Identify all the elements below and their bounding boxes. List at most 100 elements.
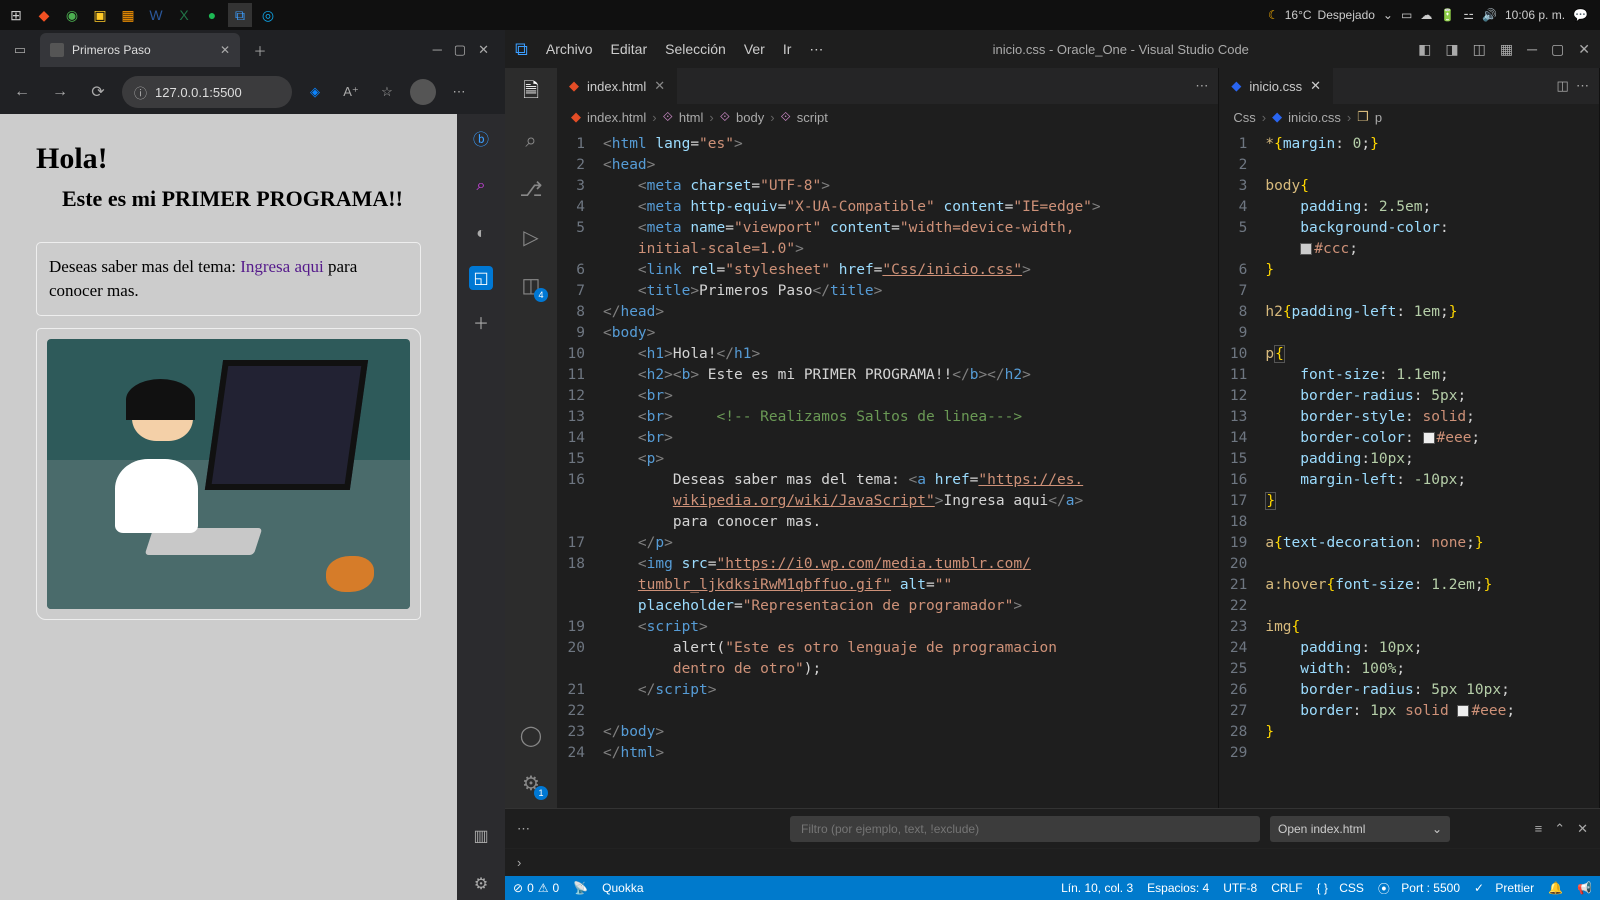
layout-icon-3[interactable]: ◫ (1473, 41, 1486, 58)
menu-ver[interactable]: Ver (744, 41, 765, 57)
close-window-icon[interactable]: ✕ (478, 42, 489, 58)
lang-status[interactable]: { } CSS (1317, 881, 1364, 895)
radio-status[interactable]: 📡 (573, 881, 588, 895)
close-icon[interactable]: ✕ (220, 43, 230, 57)
port-status[interactable]: ⦿ Port : 5500 (1378, 880, 1460, 897)
notifications-icon[interactable]: 💬 (1573, 8, 1588, 22)
menu-archivo[interactable]: Archivo (546, 41, 593, 57)
bell-icon[interactable]: 🔔 (1548, 881, 1563, 895)
explorer-icon[interactable]: ▣ (88, 3, 112, 27)
close-icon[interactable]: ✕ (1310, 78, 1321, 94)
wifi-icon[interactable]: ⚍ (1463, 8, 1474, 22)
close-panel-icon[interactable]: ✕ (1577, 821, 1588, 837)
edge-taskbar-icon[interactable]: ◎ (256, 3, 280, 27)
minimize-icon[interactable]: ─ (433, 42, 442, 58)
search-icon[interactable]: ⌕ (516, 126, 546, 156)
gear-icon[interactable]: ⚙1 (516, 768, 546, 798)
debug-icon[interactable]: ▷ (516, 222, 546, 252)
menu-ir[interactable]: Ir (783, 41, 792, 57)
cursor-status[interactable]: Lín. 10, col. 3 (1061, 881, 1133, 895)
vscode-taskbar-icon[interactable]: ⧉ (228, 3, 252, 27)
file-tab-index[interactable]: ◆ index.html ✕ (557, 68, 677, 104)
tray-icon-2[interactable]: ☁ (1420, 8, 1432, 22)
file-tab-css[interactable]: ◆ inicio.css ✕ (1219, 68, 1333, 104)
url-input[interactable]: ⓘ 127.0.0.1:5500 (122, 76, 292, 108)
editor-more-icon[interactable]: ⋯ (1576, 78, 1589, 93)
menu-seleccion[interactable]: Selección (665, 41, 726, 57)
minimap[interactable] (1559, 130, 1599, 808)
chevron-down-icon[interactable]: ⌄ (1383, 8, 1393, 22)
menu-more-icon[interactable]: ⋯ (809, 41, 823, 58)
spotify-icon[interactable]: ● (200, 3, 224, 27)
breadcrumb-css[interactable]: Css› ◆ inicio.css› ❐p (1219, 104, 1599, 130)
quokka-status[interactable]: Quokka (602, 881, 643, 895)
split-icon[interactable]: ◫ (1556, 78, 1568, 93)
prettier-status[interactable]: ✓ Prettier (1474, 881, 1534, 895)
terminal-strip[interactable]: › (505, 848, 1600, 876)
extensions-icon[interactable]: ◫4 (516, 270, 546, 300)
tray-icon[interactable]: ▭ (1401, 8, 1412, 22)
layout-icon[interactable]: ◧ (1418, 41, 1431, 58)
html-file-icon: ◆ (569, 78, 579, 94)
chevron-down-icon: ⌄ (1432, 822, 1442, 836)
refresh-button[interactable]: ⟳ (84, 82, 112, 102)
open-html-select[interactable]: Open index.html ⌄ (1270, 816, 1450, 842)
clock[interactable]: 10:06 p. m. (1505, 8, 1565, 22)
feedback-icon[interactable]: 📢 (1577, 881, 1592, 895)
profile-icon[interactable] (410, 79, 436, 105)
discover-icon[interactable]: ◐ (465, 218, 497, 250)
source-control-icon[interactable]: ⎇ (516, 174, 546, 204)
maximize-icon[interactable]: ▢ (454, 42, 466, 58)
minimap[interactable] (1158, 130, 1218, 808)
layout-icon-2[interactable]: ◨ (1445, 41, 1458, 58)
toolbox-icon[interactable]: ▥ (465, 820, 497, 852)
filter-input[interactable] (790, 816, 1260, 842)
shopping-icon[interactable]: ◈ (302, 84, 328, 100)
volume-icon[interactable]: 🔊 (1482, 8, 1497, 22)
close-icon[interactable]: ✕ (1578, 41, 1590, 58)
sublime-icon[interactable]: ▦ (116, 3, 140, 27)
start-icon[interactable]: ⊞ (4, 3, 28, 27)
panel-more-icon[interactable]: ⋯ (517, 821, 530, 837)
errors-status[interactable]: ⊘0 ⚠0 (513, 881, 559, 895)
minimize-icon[interactable]: ─ (1527, 41, 1537, 58)
word-icon[interactable]: W (144, 3, 168, 27)
more-icon[interactable]: ⋯ (446, 84, 472, 100)
breadcrumb-html[interactable]: ◆ index.html› ⟐html› ⟐body› ⟐script (557, 104, 1218, 130)
layout-icon-4[interactable]: ▦ (1500, 41, 1513, 58)
excel-icon[interactable]: X (172, 3, 196, 27)
spaces-status[interactable]: Espacios: 4 (1147, 881, 1209, 895)
add-tool-icon[interactable]: ＋ (465, 306, 497, 338)
settings-icon[interactable]: ⚙ (465, 868, 497, 900)
favorite-icon[interactable]: ☆ (374, 84, 400, 100)
eol-status[interactable]: CRLF (1271, 881, 1302, 895)
vscode-titlebar: ⧉ Archivo Editar Selección Ver Ir ⋯ inic… (505, 30, 1600, 68)
editor-more-icon[interactable]: ⋯ (1195, 78, 1218, 94)
outlook-icon[interactable]: ◱ (469, 266, 493, 290)
tab-actions-icon[interactable]: ▭ (6, 36, 34, 64)
back-button[interactable]: ← (8, 83, 36, 101)
menu-editar[interactable]: Editar (611, 41, 648, 57)
tray-icon-3[interactable]: 🔋 (1440, 8, 1455, 22)
account-icon[interactable]: ◯ (516, 720, 546, 750)
maximize-icon[interactable]: ▢ (1551, 41, 1564, 58)
new-tab-button[interactable]: ＋ (246, 36, 274, 64)
read-aloud-icon[interactable]: A⁺ (338, 84, 364, 100)
weather-widget[interactable]: ☾ 16°C Despejado (1268, 8, 1375, 22)
para-link[interactable]: Ingresa aqui (240, 257, 324, 276)
list-icon[interactable]: ≡ (1535, 821, 1543, 837)
code-editor-html[interactable]: 1<html lang="es"> 2<head> 3 <meta charse… (557, 130, 1218, 808)
brave-icon[interactable]: ◆ (32, 3, 56, 27)
chrome-icon[interactable]: ◉ (60, 3, 84, 27)
chevron-up-icon[interactable]: ⌃ (1554, 821, 1565, 837)
close-icon[interactable]: ✕ (654, 78, 665, 94)
encoding-status[interactable]: UTF-8 (1223, 881, 1257, 895)
browser-tab[interactable]: Primeros Paso ✕ (40, 33, 240, 67)
bing-icon[interactable]: ⓑ (465, 122, 497, 154)
badge: 4 (534, 288, 548, 302)
search-icon[interactable]: ⌕ (465, 170, 497, 202)
windows-taskbar[interactable]: ⊞ ◆ ◉ ▣ ▦ W X ● ⧉ ◎ ☾ 16°C Despejado ⌄ ▭… (0, 0, 1600, 30)
code-editor-css[interactable]: 1*{margin: 0;} 2 3body{ 4 padding: 2.5em… (1219, 130, 1599, 808)
forward-button[interactable]: → (46, 83, 74, 101)
explorer-icon[interactable]: 🗎 (516, 78, 546, 108)
